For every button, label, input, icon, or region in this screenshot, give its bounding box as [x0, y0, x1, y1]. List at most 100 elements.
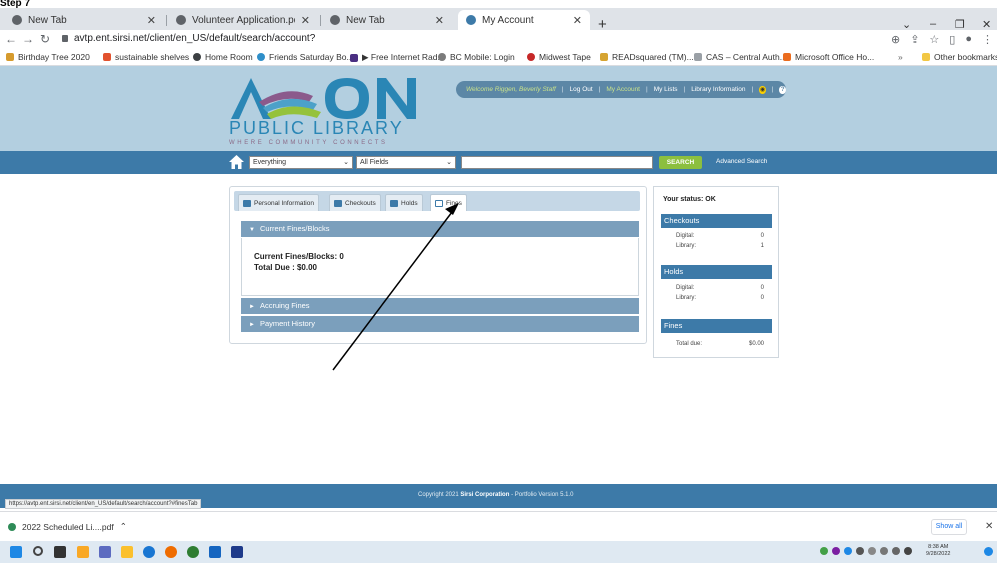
- close-icon[interactable]: ✕: [985, 521, 993, 532]
- my-lists-link[interactable]: My Lists: [654, 86, 678, 93]
- download-item[interactable]: 2022 Scheduled Li....pdf ⌃: [8, 521, 127, 532]
- bookmark-favicon-icon: [6, 53, 14, 61]
- accruing-fines-header[interactable]: ► Accruing Fines: [241, 298, 639, 314]
- menu-icon[interactable]: ⋮: [982, 33, 993, 46]
- reload-icon[interactable]: ↻: [40, 32, 50, 46]
- zoom-icon[interactable]: ⊕: [891, 33, 900, 46]
- sidebar-icon[interactable]: ▯: [949, 33, 955, 46]
- forward-icon[interactable]: →: [22, 32, 34, 46]
- tray-app-icon[interactable]: [832, 547, 840, 555]
- my-account-link[interactable]: My Account: [606, 86, 640, 93]
- payment-history-header[interactable]: ► Payment History: [241, 316, 639, 332]
- other-bookmarks[interactable]: Other bookmarks: [922, 52, 997, 62]
- bookmark-favicon-icon: [694, 53, 702, 61]
- show-all-button[interactable]: Show all: [931, 519, 967, 535]
- chevron-up-icon[interactable]: ⌃: [120, 521, 127, 532]
- system-tray: [820, 547, 912, 555]
- logout-link[interactable]: Log Out: [570, 86, 593, 93]
- bookmark-item[interactable]: Home Room: [193, 52, 253, 62]
- download-bar: 2022 Scheduled Li....pdf ⌃ Show all ✕: [0, 511, 997, 541]
- close-icon[interactable]: ✕: [573, 14, 582, 27]
- back-icon[interactable]: ←: [5, 32, 17, 46]
- tray-app-icon[interactable]: [820, 547, 828, 555]
- globe-icon: [176, 15, 186, 25]
- minimize-icon[interactable]: –: [930, 18, 936, 30]
- network-icon[interactable]: [880, 547, 888, 555]
- avon-logo-icon[interactable]: [229, 76, 419, 120]
- home-icon[interactable]: [229, 155, 244, 169]
- tab-fines[interactable]: Fines: [430, 194, 467, 211]
- logo-name: PUBLIC LIBRARY: [229, 118, 404, 138]
- bookmark-item[interactable]: CAS – Central Auth...: [694, 52, 787, 62]
- tray-app-icon[interactable]: [856, 547, 864, 555]
- language-icon[interactable]: ◉: [759, 85, 766, 94]
- weather-icon[interactable]: [77, 546, 89, 558]
- search-field-select[interactable]: All Fields ⌄: [356, 156, 456, 169]
- file-explorer-icon[interactable]: [121, 546, 133, 558]
- start-icon[interactable]: [10, 546, 22, 558]
- current-fines-count: Current Fines/Blocks: 0: [254, 252, 344, 261]
- firefox-icon[interactable]: [165, 546, 177, 558]
- edge-icon[interactable]: [143, 546, 155, 558]
- search-bar: Everything ⌄ All Fields ⌄ SEARCH Advance…: [0, 151, 997, 174]
- search-icon[interactable]: [33, 546, 43, 556]
- close-icon[interactable]: ✕: [435, 14, 444, 27]
- search-input[interactable]: [461, 156, 653, 169]
- welcome-text: Welcome Riggen, Beverly Staff: [466, 86, 556, 93]
- status-checkouts-header: Checkouts: [661, 214, 772, 228]
- bookmark-item[interactable]: sustainable shelves: [103, 52, 189, 62]
- bookmark-favicon-icon: [783, 53, 791, 61]
- cloud-icon[interactable]: [868, 547, 876, 555]
- status-row: Library: 1: [676, 243, 764, 249]
- current-fines-header[interactable]: ▼ Current Fines/Blocks: [241, 221, 639, 237]
- status-row: Digital: 0: [676, 285, 764, 291]
- advanced-search-link[interactable]: Advanced Search: [716, 158, 767, 165]
- library-information-link[interactable]: Library Information: [691, 86, 745, 93]
- volume-icon[interactable]: [904, 547, 912, 555]
- profile-icon[interactable]: ●: [965, 33, 972, 46]
- browser-tab-1[interactable]: New Tab ✕: [4, 10, 164, 30]
- caret-right-icon: ►: [249, 322, 255, 328]
- bookmark-favicon-icon: [103, 53, 111, 61]
- browser-tab-2[interactable]: Volunteer Application.pdf ✕: [168, 10, 318, 30]
- bookmark-item[interactable]: Microsoft Office Ho...: [783, 52, 874, 62]
- bookmark-item[interactable]: Birthday Tree 2020: [6, 52, 90, 62]
- bookmark-item[interactable]: ▶ Free Internet Rad...: [350, 52, 445, 63]
- tab-personal-information[interactable]: Personal Information: [238, 194, 319, 211]
- bookmark-item[interactable]: READsquared (TM)...: [600, 52, 694, 62]
- tab-checkouts[interactable]: Checkouts: [329, 194, 381, 211]
- tab-label: Volunteer Application.pdf: [192, 14, 295, 26]
- tab-holds[interactable]: Holds: [385, 194, 423, 211]
- bookmark-star-icon[interactable]: ☆: [929, 33, 939, 46]
- browser-tab-3[interactable]: New Tab ✕: [322, 10, 452, 30]
- status-row: Library: 0: [676, 295, 764, 301]
- notifications-icon[interactable]: [984, 547, 993, 556]
- tab-label: New Tab: [28, 14, 67, 26]
- folder-icon: [922, 53, 930, 61]
- more-bookmarks-icon[interactable]: »: [898, 52, 903, 62]
- chrome-icon[interactable]: [187, 546, 199, 558]
- task-view-icon[interactable]: [54, 546, 66, 558]
- bookmark-item[interactable]: BC Mobile: Login: [438, 52, 515, 62]
- chat-icon[interactable]: [99, 546, 111, 558]
- search-button[interactable]: SEARCH: [659, 156, 702, 169]
- browser-tab-strip: New Tab ✕ Volunteer Application.pdf ✕ Ne…: [0, 8, 997, 32]
- browser-tab-my-account[interactable]: My Account ✕: [458, 10, 590, 30]
- bookmark-item[interactable]: Friends Saturday Bo...: [257, 52, 354, 62]
- tab-label: My Account: [482, 14, 534, 26]
- clock[interactable]: 8:38 AM 9/28/2022: [926, 544, 950, 558]
- close-icon[interactable]: ✕: [147, 14, 156, 27]
- search-field-value: All Fields: [360, 159, 389, 166]
- search-scope-select[interactable]: Everything ⌄: [249, 156, 353, 169]
- outlook-icon[interactable]: [209, 546, 221, 558]
- display-icon[interactable]: [892, 547, 900, 555]
- globe-icon: [12, 15, 22, 25]
- help-icon[interactable]: ?: [779, 85, 786, 94]
- close-icon[interactable]: ✕: [301, 14, 310, 27]
- address-bar[interactable]: avtp.ent.sirsi.net/client/en_US/default/…: [62, 33, 315, 44]
- bookmark-item[interactable]: Midwest Tape: [527, 52, 591, 62]
- logo-tagline: WHERE COMMUNITY CONNECTS: [229, 140, 388, 146]
- word-icon[interactable]: [231, 546, 243, 558]
- tray-app-icon[interactable]: [844, 547, 852, 555]
- share-icon[interactable]: ⇪: [910, 33, 919, 46]
